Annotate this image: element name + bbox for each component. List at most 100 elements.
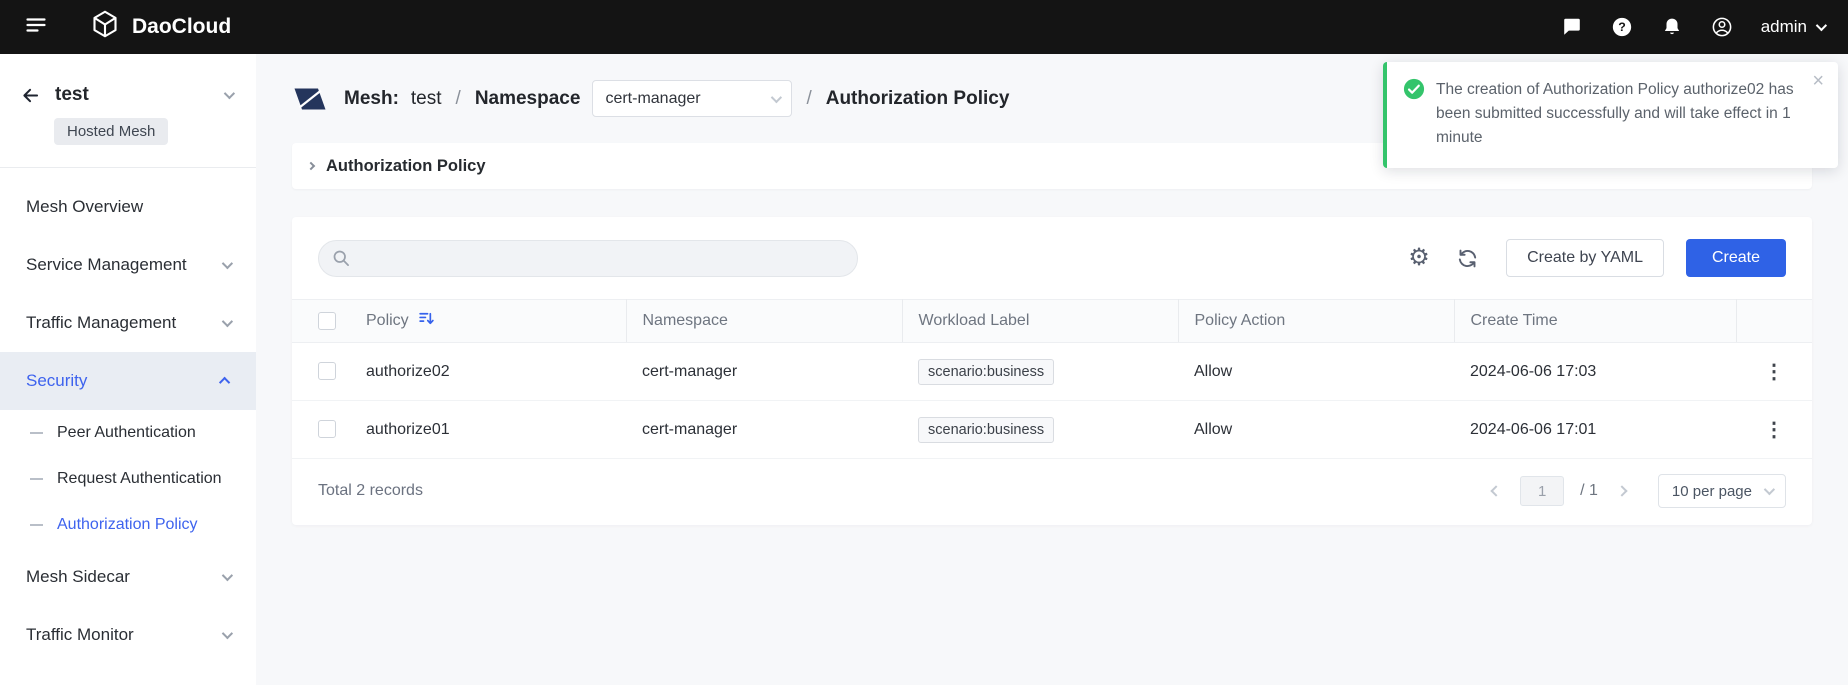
chevron-right-icon xyxy=(307,162,315,170)
namespace-select-value: cert-manager xyxy=(605,90,700,108)
chevron-down-icon xyxy=(1764,484,1775,495)
sidebar-item-label: Traffic Monitor xyxy=(26,625,222,645)
next-page-icon[interactable] xyxy=(1614,483,1630,499)
chevron-down-icon xyxy=(1816,20,1827,31)
create-button[interactable]: Create xyxy=(1686,239,1786,277)
page-title: Authorization Policy xyxy=(826,88,1010,110)
gear-glyph: ⚙ xyxy=(1408,246,1430,270)
success-check-icon xyxy=(1403,78,1425,105)
user-menu[interactable]: admin xyxy=(1761,17,1824,37)
bell-icon[interactable] xyxy=(1661,16,1683,38)
cell-policy-action: Allow xyxy=(1194,421,1232,438)
sidebar-nav: Mesh Overview Service Management Traffic… xyxy=(0,178,256,664)
select-all-checkbox[interactable] xyxy=(318,312,336,330)
column-header-policy: Policy xyxy=(366,312,409,330)
chevron-down-icon[interactable] xyxy=(224,88,235,99)
row-checkbox[interactable] xyxy=(318,420,336,438)
namespace-select[interactable]: cert-manager xyxy=(592,80,792,117)
per-page-select[interactable]: 10 per page xyxy=(1658,474,1786,508)
breadcrumb-separator: / xyxy=(456,88,461,110)
sidebar-item-authorization-policy[interactable]: Authorization Policy xyxy=(0,502,256,548)
column-header-workload-label: Workload Label xyxy=(919,312,1030,329)
sort-icon[interactable] xyxy=(418,310,435,332)
table-row: authorize02 cert-manager scenario:busine… xyxy=(292,343,1812,401)
sidebar-item-label: Mesh Sidecar xyxy=(26,567,222,587)
sidebar-item-mesh-overview[interactable]: Mesh Overview xyxy=(0,178,256,236)
cell-namespace: cert-manager xyxy=(642,363,737,380)
page-count: / 1 xyxy=(1580,482,1598,500)
sidebar: test Hosted Mesh Mesh Overview Service M… xyxy=(0,54,256,685)
page-number-input[interactable] xyxy=(1520,476,1564,506)
cell-policy: authorize02 xyxy=(366,363,450,380)
mesh-value: test xyxy=(411,88,442,110)
brand-logo[interactable]: DaoCloud xyxy=(90,9,231,45)
sidebar-item-security[interactable]: Security xyxy=(0,352,256,410)
pagination: / 1 10 per page xyxy=(1488,474,1786,508)
row-actions-kebab-icon[interactable]: ⋮ xyxy=(1758,359,1790,384)
message-icon[interactable] xyxy=(1561,16,1583,38)
chevron-down-icon xyxy=(222,316,233,327)
dash-icon xyxy=(30,524,43,526)
row-actions-kebab-icon[interactable]: ⋮ xyxy=(1758,417,1790,442)
column-header-policy-action: Policy Action xyxy=(1195,312,1286,329)
dash-icon xyxy=(30,478,43,480)
mesh-logo-icon xyxy=(292,83,328,115)
previous-page-icon[interactable] xyxy=(1488,483,1504,499)
sidebar-item-mesh-sidecar[interactable]: Mesh Sidecar xyxy=(0,548,256,606)
avatar-icon[interactable] xyxy=(1711,16,1733,38)
toast-notification: The creation of Authorization Policy aut… xyxy=(1383,62,1838,168)
table-header-row: Policy Namespace Workload Label Policy A… xyxy=(292,300,1812,343)
policy-list-card: ⚙ Create by YAML Create xyxy=(292,217,1812,525)
workload-label-tag: scenario:business xyxy=(918,417,1054,443)
settings-gear-icon[interactable]: ⚙ xyxy=(1406,245,1432,271)
search-icon xyxy=(331,248,351,273)
sidebar-item-label: Security xyxy=(26,371,222,391)
column-header-namespace: Namespace xyxy=(643,312,728,329)
breadcrumb-separator: / xyxy=(806,88,811,110)
hosted-mesh-badge: Hosted Mesh xyxy=(54,118,168,145)
sidebar-item-traffic-monitor[interactable]: Traffic Monitor xyxy=(0,606,256,664)
topbar: DaoCloud ? admin xyxy=(0,0,1848,54)
sidebar-item-label: Request Authentication xyxy=(57,470,222,488)
refresh-icon[interactable] xyxy=(1454,245,1480,271)
toolbar: ⚙ Create by YAML Create xyxy=(292,217,1812,299)
chevron-down-icon xyxy=(222,570,233,581)
row-checkbox[interactable] xyxy=(318,362,336,380)
policy-table: Policy Namespace Workload Label Policy A… xyxy=(292,299,1812,459)
panel-title: Authorization Policy xyxy=(326,157,486,176)
dash-icon xyxy=(30,432,43,434)
create-by-yaml-button[interactable]: Create by YAML xyxy=(1506,239,1664,277)
brand-name: DaoCloud xyxy=(132,15,231,39)
close-icon[interactable]: × xyxy=(1812,71,1824,91)
namespace-label: Namespace xyxy=(475,88,581,110)
hamburger-icon xyxy=(24,13,48,42)
chevron-down-icon xyxy=(222,628,233,639)
svg-text:?: ? xyxy=(1618,20,1626,34)
sidebar-item-label: Peer Authentication xyxy=(57,424,196,442)
mesh-selector[interactable]: test xyxy=(55,84,210,106)
sidebar-item-traffic-management[interactable]: Traffic Management xyxy=(0,294,256,352)
help-icon[interactable]: ? xyxy=(1611,16,1633,38)
menu-toggle[interactable] xyxy=(24,13,48,42)
chevron-down-icon xyxy=(222,258,233,269)
back-arrow-icon[interactable] xyxy=(20,85,41,106)
table-footer: Total 2 records / 1 10 per page xyxy=(292,459,1812,525)
cell-policy: authorize01 xyxy=(366,421,450,438)
sidebar-item-label: Service Management xyxy=(26,255,222,275)
column-header-create-time: Create Time xyxy=(1471,312,1558,329)
username: admin xyxy=(1761,17,1807,37)
sidebar-item-label: Traffic Management xyxy=(26,313,222,333)
mesh-label: Mesh: xyxy=(344,88,399,110)
search-input[interactable] xyxy=(318,240,858,277)
sidebar-item-peer-authentication[interactable]: Peer Authentication xyxy=(0,410,256,456)
daocloud-logo-icon xyxy=(90,9,120,45)
toast-message: The creation of Authorization Policy aut… xyxy=(1436,78,1794,150)
sidebar-item-label: Authorization Policy xyxy=(57,516,198,534)
divider xyxy=(0,167,256,168)
cell-create-time: 2024-06-06 17:01 xyxy=(1470,421,1596,438)
sidebar-item-service-management[interactable]: Service Management xyxy=(0,236,256,294)
per-page-value: 10 per page xyxy=(1672,483,1752,500)
sidebar-item-request-authentication[interactable]: Request Authentication xyxy=(0,456,256,502)
workload-label-tag: scenario:business xyxy=(918,359,1054,385)
sidebar-item-label: Mesh Overview xyxy=(26,197,230,217)
